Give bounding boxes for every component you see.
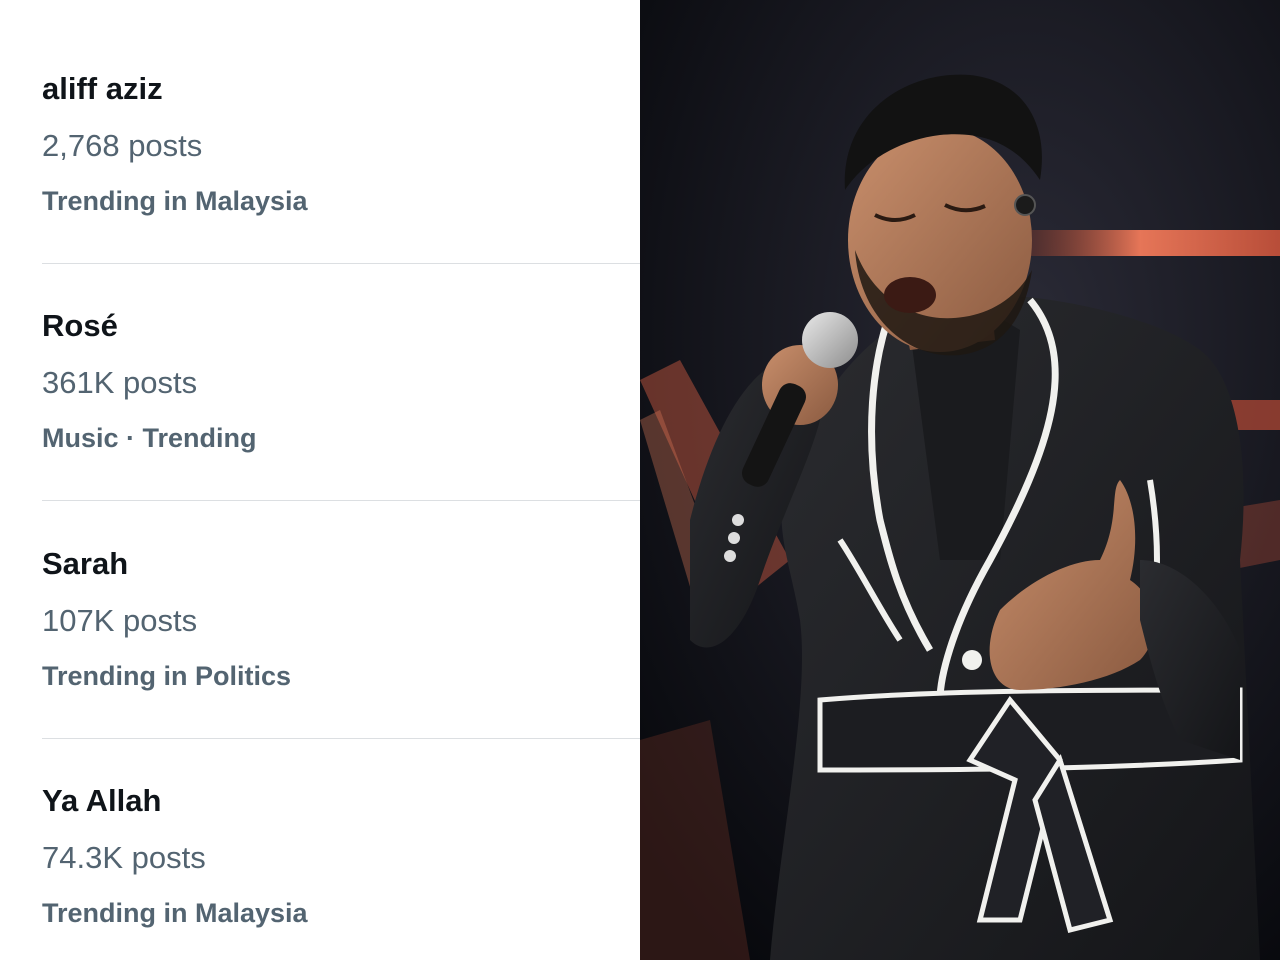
trend-item-1[interactable]: aliff aziz 2,768 posts Trending in Malay… xyxy=(42,0,640,238)
trend-context: Trending in Politics xyxy=(42,661,292,691)
cuff-button xyxy=(724,550,736,562)
trending-list: aliff aziz 2,768 posts Trending in Malay… xyxy=(0,0,640,960)
trend-context: Trending in Malaysia xyxy=(42,186,308,216)
trend-post-count: 361K posts xyxy=(42,365,198,400)
microphone-head xyxy=(802,312,858,368)
trend-topic: Rosé xyxy=(42,308,118,343)
trend-topic: Sarah xyxy=(42,546,129,581)
in-ear-monitor xyxy=(1014,194,1036,216)
trend-post-count: 2,768 posts xyxy=(42,128,203,163)
screenshot-canvas: aliff aziz 2,768 posts Trending in Malay… xyxy=(0,0,1280,960)
trend-post-count: 107K posts xyxy=(42,603,198,638)
singer-photo xyxy=(640,0,1280,960)
trend-context: Trending in Malaysia xyxy=(42,898,308,928)
trend-post-count: 74.3K posts xyxy=(42,840,206,875)
cuff-button xyxy=(732,514,744,526)
trend-item-2[interactable]: Rosé 361K posts Music · Trending xyxy=(42,237,640,475)
jacket-button xyxy=(962,650,982,670)
singing-mouth xyxy=(884,277,936,313)
stage-light-bar xyxy=(1000,230,1280,256)
trend-topic: Ya Allah xyxy=(42,783,162,818)
trend-item-3[interactable]: Sarah 107K posts Trending in Politics xyxy=(42,475,640,713)
singer-illustration xyxy=(640,0,1280,960)
trend-topic: aliff aziz xyxy=(42,71,163,106)
cuff-button xyxy=(728,532,740,544)
trend-context: Music · Trending xyxy=(42,423,257,453)
trend-item-4[interactable]: Ya Allah 74.3K posts Trending in Malaysi… xyxy=(42,712,640,950)
